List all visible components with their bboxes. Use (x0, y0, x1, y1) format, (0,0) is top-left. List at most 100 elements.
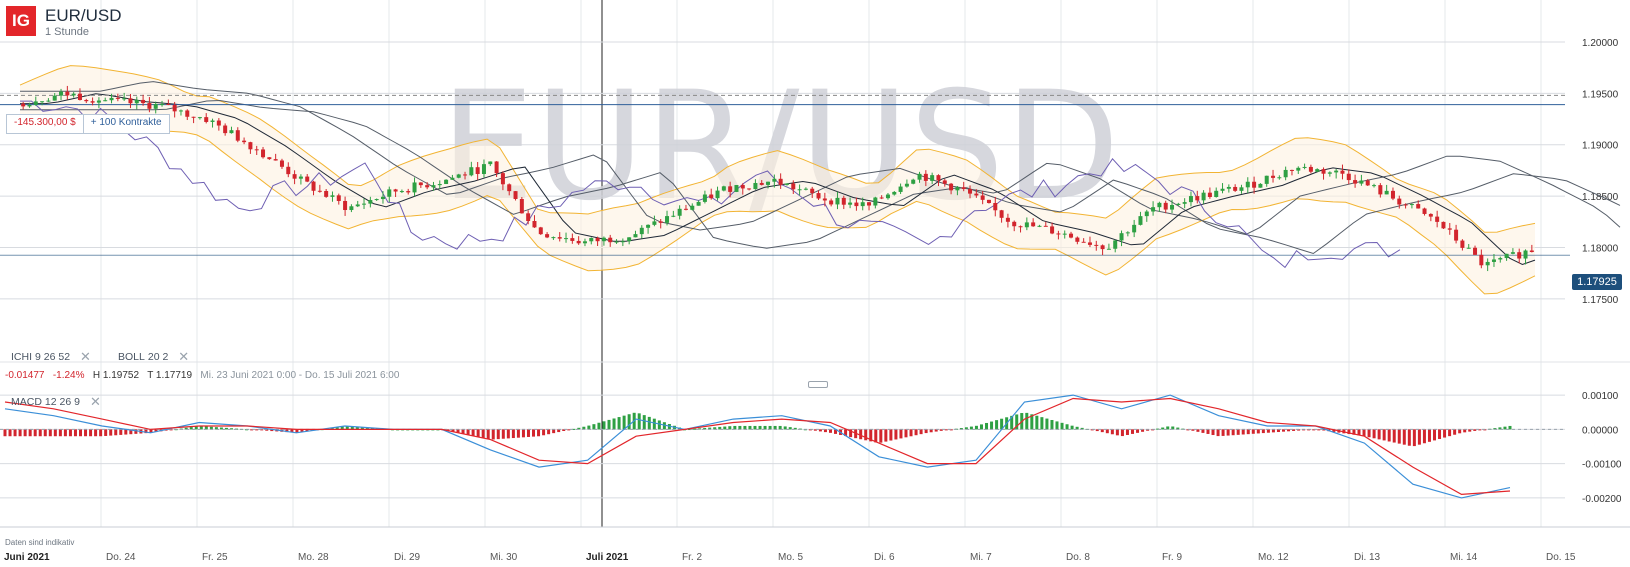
symbol-title[interactable]: EUR/USD (45, 6, 122, 26)
macd-histogram-bar (1221, 429, 1225, 436)
x-tick-label: Mo. 5 (778, 552, 803, 563)
candle-body (627, 237, 632, 242)
macd-histogram-bar (622, 415, 626, 430)
macd-histogram-bar (1100, 429, 1104, 433)
candle-body (1384, 190, 1389, 195)
candle-body (860, 202, 865, 207)
candle-body (1283, 169, 1288, 178)
candle-body (709, 194, 714, 199)
candle-body (1403, 204, 1408, 206)
chart-canvas[interactable]: Juni 2021 Do. 24 Fr. 25 Mo. 28 Di. 29 Mi. 30 J… (0, 0, 1630, 567)
macd-histogram-bar (1206, 429, 1210, 434)
candle-body (1201, 192, 1206, 201)
macd-histogram-bar (1216, 429, 1220, 437)
candle-body (172, 104, 177, 112)
candle-body (46, 100, 51, 102)
candle-body (261, 149, 266, 158)
candle-body (330, 195, 335, 197)
candle-body (791, 183, 796, 190)
x-tick-label: Fr. 25 (202, 552, 228, 563)
macd-histogram-bar (1055, 421, 1059, 430)
candle-body (1428, 213, 1433, 217)
price-change-pct: -1.24% (52, 370, 85, 381)
macd-histogram-bar (592, 424, 596, 430)
macd-histogram-bar (1377, 429, 1381, 440)
macd-histogram-bar (748, 425, 752, 430)
macd-histogram-bar (763, 425, 767, 430)
macd-histogram-bar (985, 422, 989, 430)
close-icon[interactable]: ✕ (90, 394, 101, 410)
macd-histogram-bar (864, 429, 868, 441)
macd-histogram-bar (1402, 429, 1406, 445)
macd-histogram-bar (8, 429, 12, 437)
candle-body (942, 180, 947, 184)
macd-histogram-bar (491, 429, 495, 440)
macd-histogram-bar (1458, 429, 1462, 434)
macd-histogram-bar (43, 429, 47, 437)
candle-body (949, 183, 954, 191)
macd-histogram-bar (84, 429, 88, 437)
candle-body (702, 194, 707, 202)
candle-body (721, 186, 726, 191)
candle-body (336, 195, 341, 201)
candle-body (463, 174, 468, 176)
candle-body (677, 208, 682, 216)
macd-histogram-bar (79, 429, 83, 437)
candle-body (298, 176, 303, 179)
position-label[interactable]: -145.300,00 $ + 100 Kontrakte (6, 114, 170, 134)
candle-body (1182, 202, 1187, 204)
candle-body (980, 195, 985, 200)
macd-histogram-bar (18, 429, 22, 437)
candle-body (993, 202, 998, 211)
macd-histogram-bar (733, 425, 737, 430)
candle-body (1163, 202, 1168, 210)
indicator-params: 12 26 9 (44, 396, 80, 408)
indicator-ichimoku[interactable]: ICHI 9 26 52 ✕ (11, 349, 91, 365)
candle-body (197, 117, 202, 119)
y-tick-label: 1.20000 (1582, 38, 1619, 49)
timeframe-label[interactable]: 1 Stunde (45, 26, 122, 39)
macd-histogram-bar (516, 429, 520, 438)
candle-body (595, 238, 600, 242)
close-icon[interactable]: ✕ (178, 349, 189, 365)
candle-body (968, 189, 973, 194)
macd-histogram-bar (1448, 429, 1452, 437)
candle-body (399, 191, 404, 193)
candle-body (1334, 170, 1339, 173)
candle-body (1353, 180, 1358, 184)
candle-body (223, 125, 228, 134)
candle-body (1207, 192, 1212, 197)
y-tick-label: 1.19000 (1582, 141, 1619, 152)
candle-body (1435, 216, 1440, 222)
candle-body (166, 103, 171, 105)
pane-resize-handle[interactable] (808, 381, 828, 388)
candle-body (210, 120, 215, 122)
macd-histogram-bar (48, 429, 52, 437)
candle-body (778, 178, 783, 185)
candle-body (65, 91, 70, 96)
candle-body (955, 187, 960, 191)
macd-histogram-bar (1287, 429, 1291, 432)
macd-histogram-bar (28, 429, 32, 437)
candle-body (109, 97, 114, 101)
macd-histogram-bar (1070, 425, 1074, 430)
candle-body (867, 202, 872, 206)
candle-body (1466, 247, 1471, 249)
candle-body (986, 199, 991, 203)
y-tick-label: 0.00000 (1582, 425, 1619, 436)
macd-histogram-bar (879, 429, 883, 443)
x-tick-label: Mi. 7 (970, 552, 992, 563)
macd-histogram-bar (642, 415, 646, 430)
macd-histogram-bar (1407, 429, 1411, 446)
macd-histogram-bar (924, 429, 928, 434)
candle-body (1176, 203, 1181, 206)
indicator-macd[interactable]: MACD 12 26 9 ✕ (11, 394, 101, 410)
close-icon[interactable]: ✕ (80, 349, 91, 365)
macd-histogram-bar (89, 429, 93, 437)
macd-histogram-bar (1266, 429, 1270, 433)
candle-body (620, 241, 625, 243)
macd-histogram-bar (501, 429, 505, 439)
indicator-bollinger[interactable]: BOLL 20 2 ✕ (118, 349, 189, 365)
macd-histogram-bar (1231, 429, 1235, 436)
macd-histogram-bar (1438, 429, 1442, 439)
